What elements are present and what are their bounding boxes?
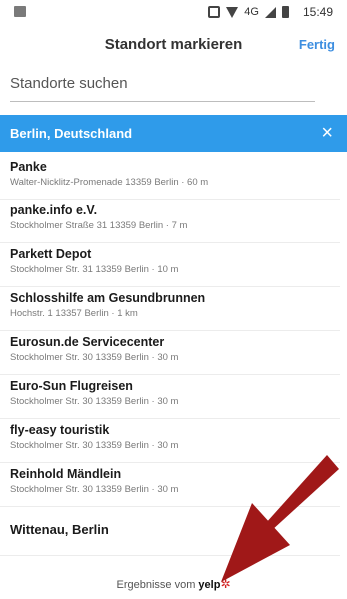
place-name: Schlosshilfe am Gesundbrunnen bbox=[10, 291, 206, 305]
place-name: Wittenau, Berlin bbox=[10, 522, 109, 537]
status-bar: 4G 15:49 bbox=[0, 0, 347, 24]
place-address: Stockholmer Straße 31 13359 Berlin · 7 m bbox=[10, 220, 188, 231]
place-address: Stockholmer Str. 30 13359 Berlin · 30 m bbox=[10, 484, 179, 495]
place-name: Reinhold Mändlein bbox=[10, 467, 122, 481]
list-item[interactable]: Panke Walter-Nicklitz-Promenade 13359 Be… bbox=[0, 160, 340, 200]
list-item[interactable]: fly-easy touristik Stockholmer Str. 30 1… bbox=[0, 423, 340, 463]
place-name: Parkett Depot bbox=[10, 247, 92, 261]
place-address: Stockholmer Str. 30 13359 Berlin · 30 m bbox=[10, 352, 179, 363]
list-item[interactable]: panke.info e.V. Stockholmer Straße 31 13… bbox=[0, 203, 340, 243]
list-item[interactable]: Euro-Sun Flugreisen Stockholmer Str. 30 … bbox=[0, 379, 340, 419]
place-name: panke.info e.V. bbox=[10, 203, 98, 217]
network-type: 4G bbox=[244, 6, 259, 18]
vibrate-icon bbox=[208, 6, 221, 18]
place-name: Euro-Sun Flugreisen bbox=[10, 379, 133, 393]
done-button[interactable]: Fertig bbox=[299, 37, 335, 52]
close-icon[interactable]: × bbox=[321, 121, 333, 145]
place-name: fly-easy touristik bbox=[10, 423, 110, 437]
yelp-logo-text: yelp bbox=[198, 579, 221, 591]
list-item[interactable]: Eurosun.de Servicecenter Stockholmer Str… bbox=[0, 335, 340, 375]
place-address: Stockholmer Str. 31 13359 Berlin · 10 m bbox=[10, 264, 179, 275]
search-field bbox=[10, 66, 315, 102]
top-bar: Standort markieren Fertig bbox=[0, 26, 347, 64]
place-name: Eurosun.de Servicecenter bbox=[10, 335, 165, 349]
status-time: 15:49 bbox=[302, 5, 333, 19]
selected-city-banner[interactable]: Berlin, Deutschland × bbox=[0, 115, 347, 152]
signal-icon bbox=[264, 6, 276, 18]
list-item[interactable]: Schlosshilfe am Gesundbrunnen Hochstr. 1… bbox=[0, 291, 340, 331]
status-icons: 4G 15:49 bbox=[208, 4, 333, 20]
place-address: Stockholmer Str. 30 13359 Berlin · 30 m bbox=[10, 396, 179, 407]
wifi-icon bbox=[226, 6, 239, 18]
image-icon bbox=[14, 6, 26, 17]
selected-city-label: Berlin, Deutschland bbox=[10, 126, 133, 141]
attribution: Ergebnisse vom yelp✲ bbox=[0, 577, 347, 591]
yelp-burst-icon: ✲ bbox=[220, 577, 231, 591]
list-item[interactable]: Wittenau, Berlin bbox=[0, 516, 340, 556]
place-address: Walter-Nicklitz-Promenade 13359 Berlin ·… bbox=[10, 177, 209, 188]
place-address: Stockholmer Str. 30 13359 Berlin · 30 m bbox=[10, 440, 179, 451]
page-title: Standort markieren bbox=[104, 36, 243, 53]
search-input[interactable] bbox=[10, 66, 315, 100]
place-address: Hochstr. 1 13357 Berlin · 1 km bbox=[10, 308, 138, 319]
attribution-prefix: Ergebnisse vom bbox=[116, 579, 196, 591]
list-item[interactable]: Reinhold Mändlein Stockholmer Str. 30 13… bbox=[0, 467, 340, 507]
place-name: Panke bbox=[10, 160, 47, 174]
list-item[interactable]: Parkett Depot Stockholmer Str. 31 13359 … bbox=[0, 247, 340, 287]
battery-icon bbox=[281, 6, 289, 18]
